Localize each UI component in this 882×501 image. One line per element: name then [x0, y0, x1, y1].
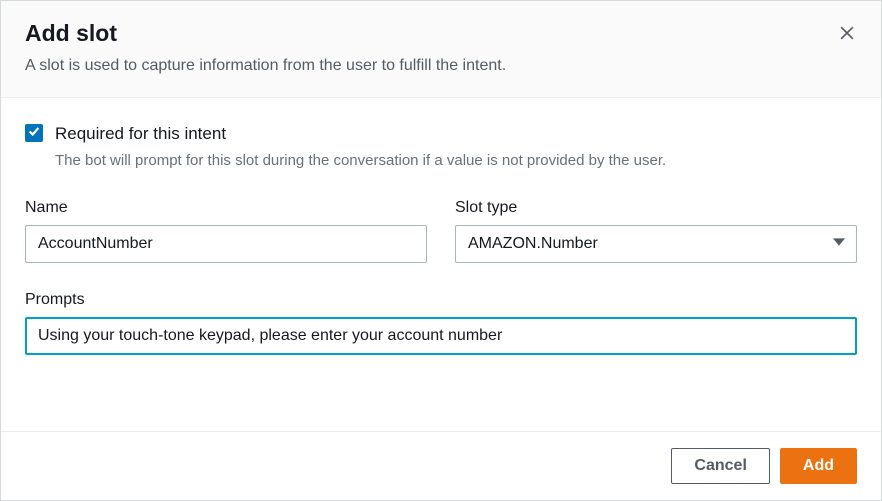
add-slot-modal: Add slot A slot is used to capture infor… [0, 0, 882, 501]
prompts-group: Prompts [25, 291, 857, 355]
close-button[interactable] [833, 19, 861, 50]
modal-header: Add slot A slot is used to capture infor… [1, 1, 881, 98]
prompts-input[interactable] [25, 317, 857, 355]
required-checkbox-content: Required for this intent The bot will pr… [55, 122, 857, 171]
name-group: Name [25, 199, 427, 263]
name-input[interactable] [25, 225, 427, 263]
slot-type-label: Slot type [455, 199, 857, 217]
required-checkbox-wrap [25, 124, 43, 142]
modal-footer: Cancel Add [1, 431, 881, 500]
prompts-label: Prompts [25, 291, 857, 309]
slot-type-select-wrap: AMAZON.Number [455, 225, 857, 263]
modal-subtitle: A slot is used to capture information fr… [25, 55, 857, 77]
modal-title: Add slot [25, 19, 857, 49]
checkmark-icon [27, 124, 41, 143]
slot-type-select[interactable]: AMAZON.Number [455, 225, 857, 263]
close-icon [837, 31, 857, 46]
slot-type-group: Slot type AMAZON.Number [455, 199, 857, 263]
slot-type-value: AMAZON.Number [468, 235, 598, 253]
required-checkbox-label: Required for this intent [55, 122, 857, 146]
required-checkbox-row: Required for this intent The bot will pr… [25, 122, 857, 171]
required-checkbox-help: The bot will prompt for this slot during… [55, 150, 857, 171]
add-button[interactable]: Add [780, 448, 857, 484]
cancel-button[interactable]: Cancel [671, 448, 769, 484]
required-checkbox[interactable] [25, 124, 43, 142]
name-label: Name [25, 199, 427, 217]
name-slottype-row: Name Slot type AMAZON.Number [25, 199, 857, 263]
modal-body: Required for this intent The bot will pr… [1, 98, 881, 431]
